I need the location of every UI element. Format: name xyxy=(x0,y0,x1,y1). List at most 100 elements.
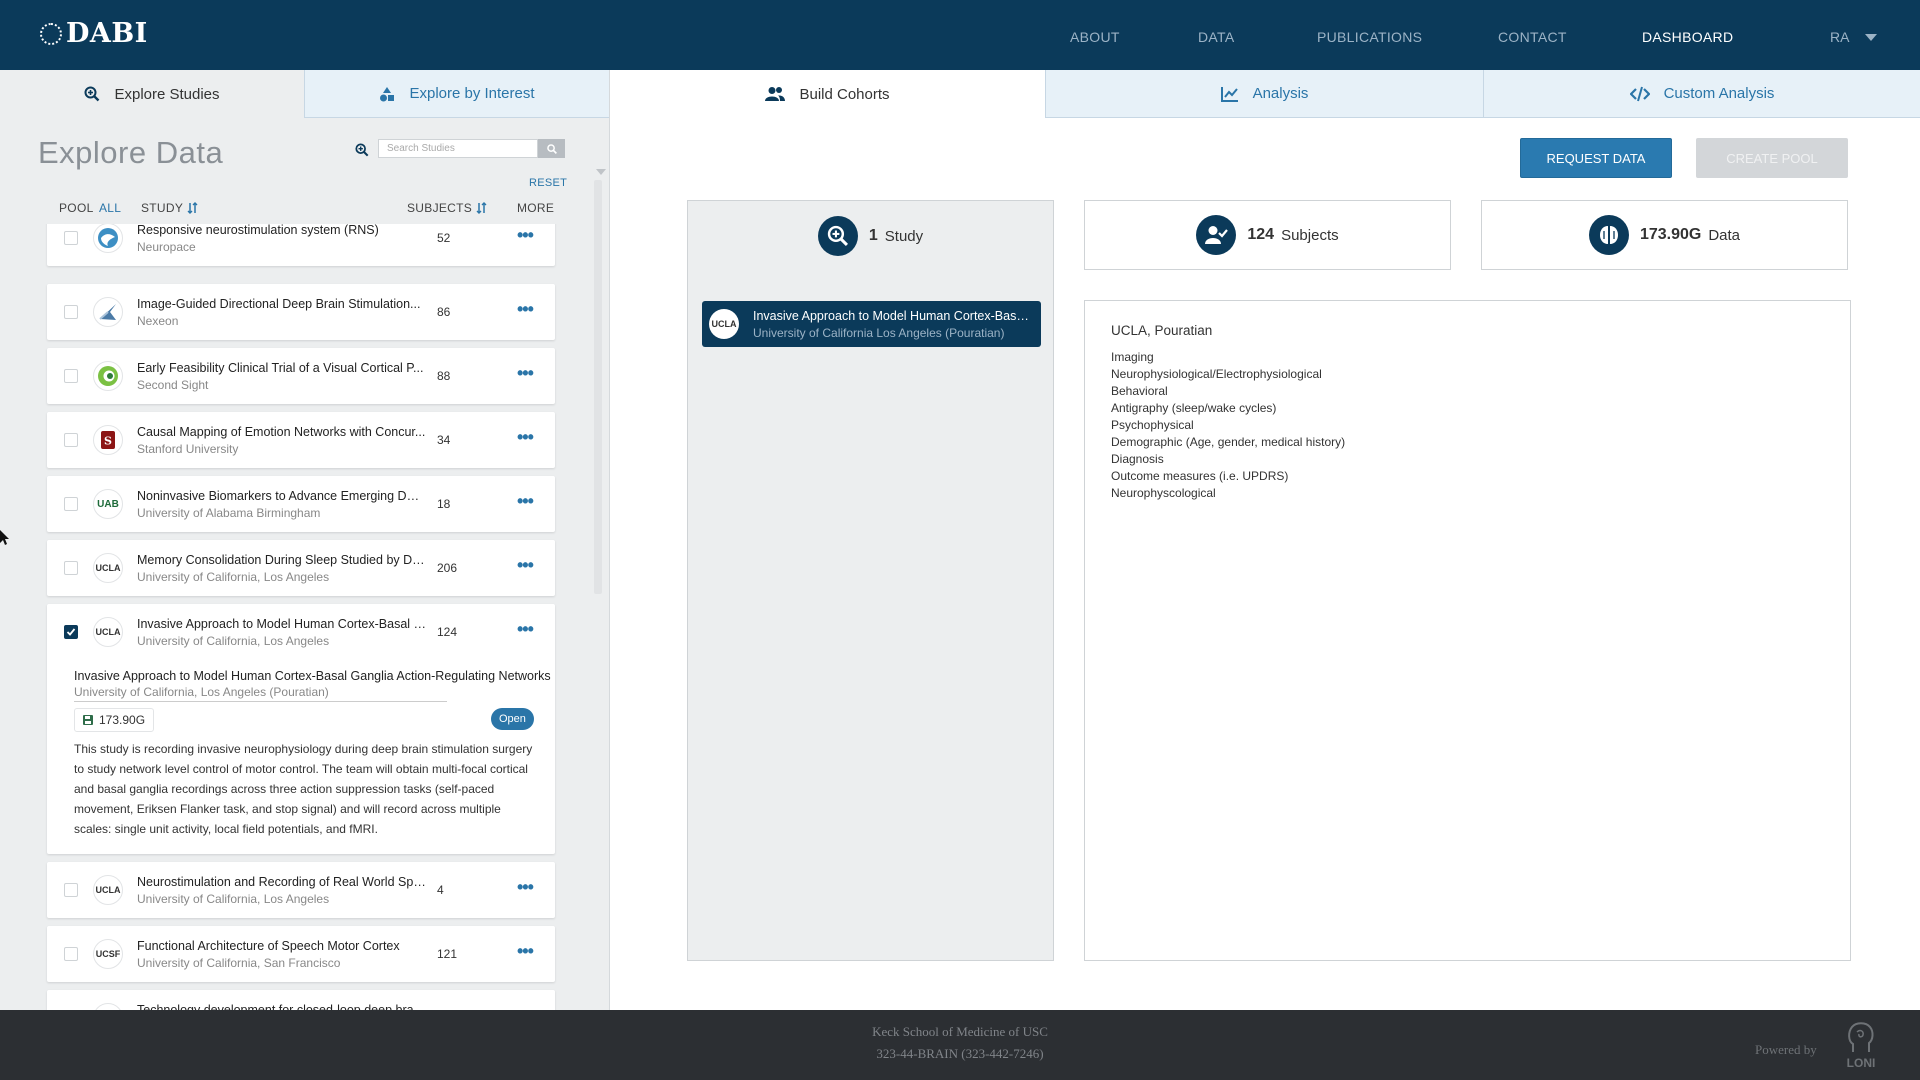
zoom-search-icon xyxy=(355,143,369,157)
nav-dashboard[interactable]: DASHBOARD xyxy=(1642,29,1733,45)
sort-icon xyxy=(187,202,198,214)
search-button[interactable] xyxy=(538,139,565,158)
tab-label: Explore Studies xyxy=(114,85,220,103)
study-card[interactable]: UCSF Technology development for closed-lo… xyxy=(47,990,555,1010)
study-list: Responsive neurostimulation system (RNS)… xyxy=(38,224,558,1010)
study-title[interactable]: Invasive Approach to Model Human Cortex-… xyxy=(137,617,427,631)
save-icon xyxy=(83,715,93,725)
study-organization: Nexeon xyxy=(137,314,179,328)
shapes-icon xyxy=(380,86,395,101)
more-options-icon[interactable]: ••• xyxy=(517,428,534,446)
column-more: MORE xyxy=(517,201,555,215)
user-menu[interactable]: RA xyxy=(1830,29,1878,45)
study-card[interactable]: S Causal Mapping of Emotion Networks with… xyxy=(47,412,555,468)
powered-by-label: Powered by xyxy=(1755,1042,1817,1057)
study-row[interactable]: UCSF Functional Architecture of Speech Mo… xyxy=(47,926,555,982)
study-title[interactable]: Technology development for closed-loop d… xyxy=(137,1003,427,1010)
pool-checkbox[interactable] xyxy=(64,947,78,961)
nav-publications[interactable]: PUBLICATIONS xyxy=(1317,29,1422,45)
pool-checkbox[interactable] xyxy=(64,625,78,639)
study-row[interactable]: UCLA Invasive Approach to Model Human Cor… xyxy=(47,604,555,660)
study-row[interactable]: Responsive neurostimulation system (RNS)… xyxy=(47,224,555,266)
study-card[interactable]: UAB Noninvasive Biomarkers to Advance Eme… xyxy=(47,476,555,532)
open-button[interactable]: Open xyxy=(491,708,534,730)
nav-about[interactable]: ABOUT xyxy=(1070,29,1120,45)
study-title[interactable]: Early Feasibility Clinical Trial of a Vi… xyxy=(137,361,427,375)
study-title[interactable]: Causal Mapping of Emotion Networks with … xyxy=(137,425,427,439)
tab-analysis[interactable]: Analysis xyxy=(1045,70,1483,118)
footer-institution: Keck School of Medicine of USC xyxy=(872,1024,1048,1039)
study-organization: University of California, San Francisco xyxy=(137,956,341,970)
study-description: This study is recording invasive neuroph… xyxy=(74,742,533,836)
data-type-item: Psychophysical xyxy=(1111,418,1194,432)
tab-custom-analysis[interactable]: Custom Analysis xyxy=(1483,70,1920,118)
study-card[interactable]: UCLA Memory Consolidation During Sleep St… xyxy=(47,540,555,596)
study-title[interactable]: Memory Consolidation During Sleep Studie… xyxy=(137,553,427,567)
pool-checkbox[interactable] xyxy=(64,497,78,511)
ucla-logo: UCLA xyxy=(93,875,123,905)
more-options-icon[interactable]: ••• xyxy=(517,226,534,244)
request-data-button[interactable]: REQUEST DATA xyxy=(1520,138,1672,178)
more-options-icon[interactable]: ••• xyxy=(517,364,534,382)
study-title[interactable]: Responsive neurostimulation system (RNS) xyxy=(137,224,427,237)
study-detail-panel: UCLA, Pouratian Imaging Neurophysiologic… xyxy=(1084,300,1851,961)
pool-checkbox[interactable] xyxy=(64,883,78,897)
code-icon xyxy=(1629,86,1650,101)
reset-link[interactable]: RESET xyxy=(529,177,567,189)
nexeon-logo xyxy=(93,297,123,327)
study-row[interactable]: UCLA Memory Consolidation During Sleep St… xyxy=(47,540,555,596)
brand-logo[interactable]: DABI xyxy=(40,18,148,49)
study-title[interactable]: Neurostimulation and Recording of Real W… xyxy=(137,875,427,889)
more-options-icon[interactable]: ••• xyxy=(517,942,534,960)
scroll-up-arrow-icon[interactable] xyxy=(596,169,606,175)
tab-build-cohorts[interactable]: Build Cohorts xyxy=(610,70,1045,118)
study-card[interactable]: UCSF Functional Architecture of Speech Mo… xyxy=(47,926,555,982)
study-row[interactable]: Early Feasibility Clinical Trial of a Vi… xyxy=(47,348,555,404)
more-options-icon[interactable]: ••• xyxy=(517,620,534,638)
select-all-link[interactable]: ALL xyxy=(99,201,121,215)
data-size-badge: 173.90G xyxy=(74,708,155,732)
create-pool-button[interactable]: CREATE POOL xyxy=(1696,138,1848,178)
tab-explore-studies[interactable]: Explore Studies xyxy=(0,70,304,118)
pool-checkbox[interactable] xyxy=(64,231,78,245)
nav-data[interactable]: DATA xyxy=(1198,29,1234,45)
pool-checkbox[interactable] xyxy=(64,561,78,575)
more-options-icon[interactable]: ••• xyxy=(517,492,534,510)
study-card[interactable]: Responsive neurostimulation system (RNS)… xyxy=(47,224,555,266)
study-card[interactable]: Image-Guided Directional Deep Brain Stim… xyxy=(47,284,555,340)
study-row[interactable]: S Causal Mapping of Emotion Networks with… xyxy=(47,412,555,468)
study-card[interactable]: UCLA Invasive Approach to Model Human Cor… xyxy=(47,604,555,854)
study-row[interactable]: UAB Noninvasive Biomarkers to Advance Eme… xyxy=(47,476,555,532)
study-title[interactable]: Noninvasive Biomarkers to Advance Emergi… xyxy=(137,489,427,503)
caret-down-icon xyxy=(1865,33,1878,41)
study-card[interactable]: UCLA Neurostimulation and Recording of Re… xyxy=(47,862,555,918)
tab-explore-interest[interactable]: Explore by Interest xyxy=(304,70,609,118)
selected-study-item[interactable]: UCLA Invasive Approach to Model Human Co… xyxy=(702,301,1041,347)
study-row[interactable]: Image-Guided Directional Deep Brain Stim… xyxy=(47,284,555,340)
pool-checkbox[interactable] xyxy=(64,369,78,383)
study-title[interactable]: Functional Architecture of Speech Motor … xyxy=(137,939,427,953)
more-options-icon[interactable]: ••• xyxy=(517,878,534,896)
nav-contact[interactable]: CONTACT xyxy=(1498,29,1567,45)
column-study-sort[interactable]: STUDY xyxy=(141,201,199,215)
brain-icon xyxy=(1588,215,1629,255)
data-type-item: Demographic (Age, gender, medical histor… xyxy=(1111,435,1346,449)
search-input[interactable] xyxy=(378,139,538,158)
more-options-icon[interactable]: ••• xyxy=(517,556,534,574)
user-initials: RA xyxy=(1830,29,1850,45)
study-organization: Stanford University xyxy=(137,442,239,456)
study-row[interactable]: UCLA Neurostimulation and Recording of Re… xyxy=(47,862,555,918)
scrollbar-thumb[interactable] xyxy=(594,180,602,594)
pool-checkbox[interactable] xyxy=(64,433,78,447)
brain-icon xyxy=(40,22,62,45)
study-card[interactable]: Early Feasibility Clinical Trial of a Vi… xyxy=(47,348,555,404)
explore-panel: Explore Studies Explore by Interest Expl… xyxy=(0,70,610,1010)
more-options-icon[interactable]: ••• xyxy=(517,300,534,318)
column-subjects-sort[interactable]: SUBJECTS xyxy=(407,201,488,215)
loni-text: LONI xyxy=(1846,1056,1876,1070)
study-row[interactable]: UCSF Technology development for closed-lo… xyxy=(47,990,555,1010)
uab-logo: UAB xyxy=(93,489,123,519)
pool-checkbox[interactable] xyxy=(64,305,78,319)
loni-logo[interactable]: LONI xyxy=(1843,1020,1879,1072)
study-title[interactable]: Image-Guided Directional Deep Brain Stim… xyxy=(137,297,427,311)
